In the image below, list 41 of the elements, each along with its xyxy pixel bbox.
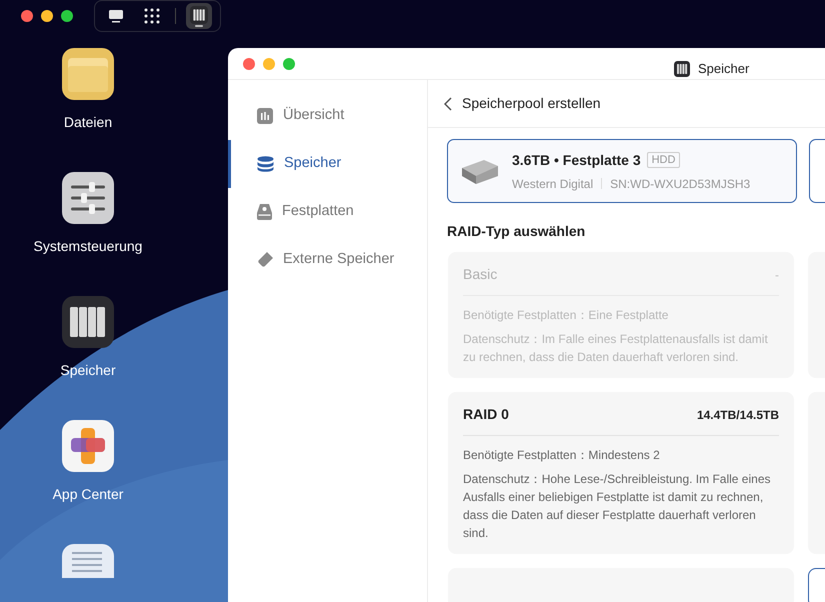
- raid-name: RAID 0: [463, 405, 509, 424]
- page-title: Speicherpool erstellen: [462, 94, 601, 113]
- app-label[interactable]: App Center: [52, 484, 124, 505]
- sidebar-item[interactable]: Externe Speicher: [228, 236, 427, 284]
- drive-icon: [257, 204, 272, 220]
- hard-drive-icon: [460, 158, 500, 184]
- sidebar-item[interactable]: Übersicht: [228, 92, 427, 140]
- back-icon[interactable]: [444, 96, 452, 110]
- section-title: RAID-Typ auswählen: [446, 222, 586, 241]
- sidebar-item[interactable]: Speicher: [228, 140, 427, 188]
- raid-capacity: -: [775, 266, 779, 284]
- minimize-button[interactable]: [41, 10, 53, 22]
- disk-serial: SN:WD-WXU2D53MJSH3: [610, 176, 750, 192]
- window-title: Speicher: [698, 60, 750, 78]
- raid-capacity: 14.4TB/14.5TB: [696, 406, 779, 424]
- app-center-icon[interactable]: [62, 420, 114, 472]
- raid-requirement: Benötigte Festplatten：Eine Festplatte: [463, 307, 670, 324]
- folder-icon[interactable]: [62, 48, 114, 100]
- app-label[interactable]: Dateien: [64, 112, 112, 133]
- document-icon[interactable]: [62, 544, 114, 578]
- close-button[interactable]: [243, 58, 255, 70]
- chart-icon: [257, 108, 273, 124]
- raid-option-card[interactable]: [448, 392, 794, 554]
- disk-title: 3.6TB • Festplatte 3: [512, 150, 641, 170]
- raid-description: Datenschutz：Im Falle eines Festplattenausfalls ist damit zu rechnen, dass die Daten dauerhaft verloren sind.: [463, 331, 769, 366]
- database-icon: [257, 156, 274, 172]
- disk-vendor: Western Digital: [512, 176, 594, 192]
- disk-type-tag: HDD: [646, 152, 680, 168]
- zoom-button[interactable]: [61, 10, 73, 22]
- storage-app-icon: [674, 60, 690, 77]
- disk-card[interactable]: 3.6TB • Festplatte 3 HDD Western Digital SN:WD-WXU2D53MJSH3: [447, 139, 797, 203]
- raid-requirement: Benötigte Festplatten：Mindestens 2: [463, 447, 661, 464]
- close-button[interactable]: [21, 10, 33, 22]
- sidebar-item[interactable]: Festplatten: [228, 188, 427, 236]
- raid-description: Datenschutz：Hohe Lese-/Schreibleistung. Im Falle eines Ausfalls einer beliebigen Festplatte ist damit zu rechnen, dass die Daten auf dieser Festplatte dauerhaft verloren sind.: [463, 471, 772, 542]
- storage-app-icon[interactable]: [62, 296, 114, 348]
- usb-drive-icon: [257, 252, 273, 268]
- raid-name: Basic: [463, 265, 498, 284]
- sliders-icon[interactable]: [62, 172, 114, 224]
- storage-app-icon[interactable]: [186, 3, 212, 29]
- app-label[interactable]: Systemsteuerung: [34, 236, 142, 257]
